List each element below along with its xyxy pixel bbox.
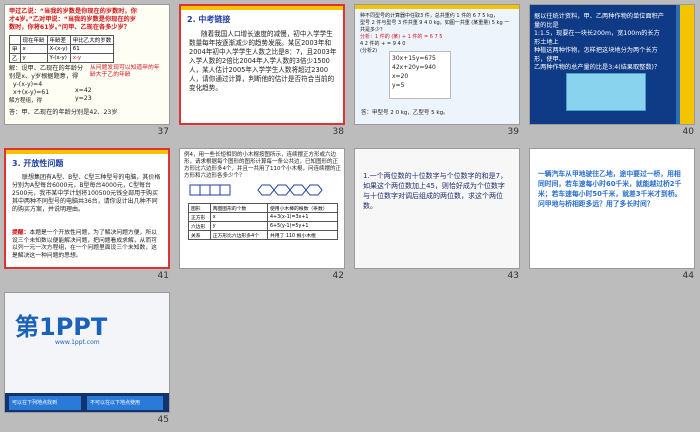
slide-number-40: 40	[682, 127, 694, 137]
s40-line-3: 种植这两种作物，怎样把这块地分为两个长方形，使甲、	[534, 47, 658, 63]
s39-footer: 答：甲型号 2 0 kg，乙型号 5 kg。	[361, 110, 449, 116]
slide-thumb-40[interactable]: 据以往统计资料，甲、乙两种作物的单位面积产量的比是 1:1.5，现要在一块长20…	[525, 0, 700, 144]
s42-th-1: 图形	[188, 203, 211, 213]
s42-th-3: 使用小木棒的根数（条数）	[267, 203, 338, 213]
s37-body-8: 答：甲、乙现在的年龄分别是42、23岁	[9, 109, 118, 116]
ppt-logo-text: 第1PPT	[15, 313, 108, 341]
s41-title: 3. 开放性问题	[12, 159, 64, 168]
s37-r1c2: x	[19, 44, 48, 54]
s40-side-bar	[680, 5, 694, 124]
s42-title: 例4，用一些长短相同的小木棍按图所示，连续摆正方形或六边形，请求根据每个图形的图…	[184, 152, 341, 179]
s37-r2c1: 乙	[9, 53, 21, 63]
s39-system-box: 30x+15y=675 42x+20y=940 x=20 y=5	[389, 51, 451, 99]
s42-r2c1: 六边形	[188, 221, 211, 231]
s45-footer-left: 可以在下列地点找到	[9, 396, 81, 410]
slide-thumb-44[interactable]: 一辆汽车从甲地驶往乙地，途中要过一桥，用相同时间，若车速每小时60千米，就能越过…	[525, 144, 700, 288]
slide-number-39: 39	[507, 127, 519, 137]
s41-hint: 本题是一个开放性问题，为了解决问题方便，所以设三个未知数以便能解决问题，把问题看…	[12, 230, 157, 259]
s45-foot-2: 不可以在以下地点使用	[90, 400, 141, 406]
slide-thumb-39[interactable]: 种不同型号的计算器中任取3 件，总共重约 1 件的 6 7 5 kg， 型号 2…	[350, 0, 525, 144]
s42-r1c3: 4+3(x-1)=3x+1	[267, 212, 338, 222]
slide-number-43: 43	[507, 271, 519, 281]
s40-side-bar-2	[676, 5, 680, 124]
slide-thumb-38[interactable]: 2. 中考链接 随着我国人口增长速度的减慢，初中入学学生数量每年按逐渐减少的趋势…	[175, 0, 350, 144]
slide-thumb-41[interactable]: 3. 开放性问题 联想集团有A型、B型、C型三种型号的电脑，其价格分别为A型每台…	[0, 144, 175, 288]
s42-r3c3: 共用了 110 根小木棍	[267, 230, 338, 240]
s39-eq-4: y=5	[392, 82, 405, 89]
s39-line-4: 4 2 件的 + = 9 4 0	[360, 41, 406, 47]
s40-field-rectangle	[566, 73, 646, 111]
s37-line-1: 甲过乙说：“当我的岁数是你现在的岁数时，你	[9, 8, 137, 15]
s42-r1c2: x	[209, 212, 269, 222]
slide-thumb-45[interactable]: 第1PPT www.1ppt.com 可以在下列地点找到 不可以在以下地点使用 …	[0, 288, 175, 432]
s37-note: 从问题发现可以知道甲的年龄大于乙的年龄	[90, 65, 160, 78]
s38-top-bar	[181, 6, 343, 10]
s39-line-3: 分析：1 件的 (某) + 1 件的 = 6 7 5	[360, 34, 443, 40]
s40-line-2: 1:1.5，现要在一块长200m，宽100m的长方形土地上	[534, 30, 660, 46]
slide-thumb-42[interactable]: 例4，用一些长短相同的小木棍按图所示，连续摆正方形或六边形，请求根据每个图形的图…	[175, 144, 350, 288]
s38-body: 随着我国人口增长速度的减慢，初中入学学生数量每年按逐渐减少的趋势发展。某区200…	[189, 30, 337, 92]
s40-line-4: 乙两种作物的总产量的比是3:4(结果取整数)？	[534, 64, 661, 71]
s42-th-2: 两图图形的个数	[209, 203, 269, 213]
s37-body-6: x=42	[75, 87, 92, 94]
s37-body-2: 别是x、y岁根据题意，得	[9, 73, 79, 80]
s37-r1c1: 甲	[9, 44, 21, 54]
s43-body: 1.一个两位数的十位数字与个位数字的和是7，如果这个两位数加上45，则恰好成为个…	[363, 172, 508, 210]
s37-line-2: 才4岁。”乙对甲说：“当我的岁数是你现在的岁	[9, 16, 136, 23]
s41-hint-title: 提醒：	[12, 230, 30, 236]
s45-footer-bar: 可以在下列地点找到 不可以在以下地点使用	[5, 393, 169, 412]
s37-th-2: 年龄差	[46, 35, 71, 45]
s42-r1c1: 正方形	[188, 212, 211, 222]
s39-line-2: 型号 2 件与型号 3 件共重 9 4 0 kg。如图一共重 (某重量) 5 k…	[360, 20, 510, 33]
slide-number-44: 44	[682, 271, 694, 281]
slide-thumb-43[interactable]: 1.一个两位数的十位数字与个位数字的和是7，如果这个两位数加上45，则恰好成为个…	[350, 144, 525, 288]
s37-r2c2: y	[19, 53, 48, 63]
s39-top-bar	[355, 5, 519, 9]
s39-eq-3: x=20	[392, 73, 409, 80]
slide-thumb-37[interactable]: 甲过乙说：“当我的岁数是你现在的岁数时，你 才4岁。”乙对甲说：“当我的岁数是你…	[0, 0, 175, 144]
s42-table: 图形 两图图形的个数 使用小木棒的根数（条数） 正方形 x 4+3(x-1)=3…	[188, 203, 338, 240]
s39-eq-1: 30x+15y=675	[392, 55, 436, 62]
s44-body: 一辆汽车从甲地驶往乙地，途中要过一桥，用相同时间，若车速每小时60千米，就能越过…	[538, 170, 682, 208]
s37-r1c3: X-(x-y)	[46, 44, 71, 54]
slide-number-38: 38	[332, 127, 344, 137]
ppt-logo-sub: www.1ppt.com	[55, 339, 100, 346]
s42-r3c1: 关系	[188, 230, 211, 240]
s41-body: 联想集团有A型、B型、C型三种型号的电脑，其价格分别为A型每台6000元，B型每…	[12, 174, 161, 213]
s39-line-1: 种不同型号的计算器中任取3 件，总共重约 1 件的 6 7 5 kg，	[360, 13, 499, 19]
s37-th-1: 现在年龄	[19, 35, 48, 45]
slide-number-45: 45	[157, 415, 169, 425]
s37-r2c4: x-y	[69, 53, 115, 63]
s37-th-3: 甲比乙大的岁数	[69, 35, 115, 45]
s45-footer-right: 不可以在以下地点使用	[87, 396, 163, 410]
slide-sorter-grid: 甲过乙说：“当我的岁数是你现在的岁数时，你 才4岁。”乙对甲说：“当我的岁数是你…	[0, 0, 700, 432]
s37-table: 现在年龄 年龄差 甲比乙大的岁数 甲 x X-(x-y) 61 乙 y Y-(x…	[9, 35, 115, 63]
s42-stick-figures	[189, 184, 323, 196]
s38-title: 2. 中考链接	[187, 15, 231, 24]
s37-body-7: y=23	[75, 95, 92, 102]
s42-r3c2: 正方形比六边形多4个	[209, 230, 269, 240]
s41-top-bar	[6, 150, 168, 154]
s37-line-3: 数时，你将61岁。”问甲、乙现在各多少岁？	[9, 24, 130, 31]
s39-eq-2: 42x+20y=940	[392, 64, 436, 71]
s37-r1c4: 61	[69, 44, 115, 54]
slide-number-42: 42	[332, 271, 344, 281]
s37-body-1: 解：设甲、乙现在的年龄分	[9, 65, 84, 72]
slide-number-41: 41	[157, 271, 169, 281]
s42-r2c3: 6+5(y-1)=5y+1	[267, 221, 338, 231]
s42-r2c2: y	[209, 221, 269, 231]
s45-foot-1: 可以在下列地点找到	[12, 400, 58, 406]
slide-number-37: 37	[157, 127, 169, 137]
s40-line-1: 据以往统计资料，甲、乙两种作物的单位面积产量的比是	[534, 13, 664, 29]
s37-r2c3: Y-(x-y)	[46, 53, 71, 63]
ppt-logo: 第1PPT	[15, 307, 150, 341]
